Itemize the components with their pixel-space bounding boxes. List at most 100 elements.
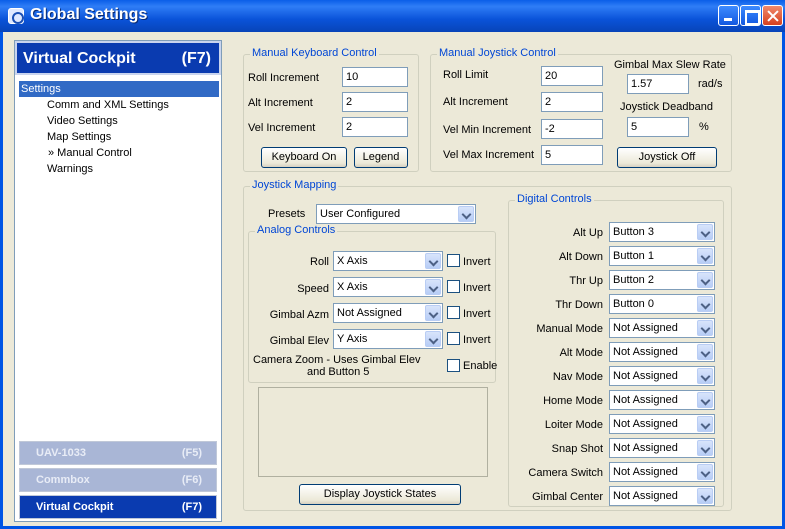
vel-increment-input[interactable] xyxy=(342,117,408,137)
vel-min-increment-input[interactable] xyxy=(541,119,603,139)
nav-button-virtual-cockpit[interactable]: Virtual Cockpit (F7) xyxy=(19,495,217,519)
roll-increment-input[interactable] xyxy=(342,67,408,87)
dropdown-value: Not Assigned xyxy=(613,346,678,358)
gimbal-azm-invert-checkbox[interactable] xyxy=(447,306,460,319)
digital-label: Snap Shot xyxy=(551,443,603,455)
chevron-down-icon[interactable] xyxy=(697,224,713,240)
digital-dropdown[interactable]: Button 3 xyxy=(609,222,715,242)
group-legend: Joystick Mapping xyxy=(250,179,339,191)
panel-header-title: Virtual Cockpit xyxy=(23,50,136,67)
slew-rate-unit: rad/s xyxy=(698,78,723,90)
chevron-down-icon[interactable] xyxy=(697,488,713,504)
tree-item-manual-control[interactable]: » Manual Control xyxy=(19,145,219,161)
close-button[interactable] xyxy=(762,5,783,26)
settings-tree: Settings Comm and XML Settings Video Set… xyxy=(19,81,219,177)
legend-button[interactable]: Legend xyxy=(354,147,408,168)
roll-invert-checkbox[interactable] xyxy=(447,254,460,267)
joystick-off-button[interactable]: Joystick Off xyxy=(617,147,717,168)
dropdown-value: Not Assigned xyxy=(613,442,678,454)
chevron-down-icon[interactable] xyxy=(697,248,713,264)
joystick-alt-increment-input[interactable] xyxy=(541,92,603,112)
camera-zoom-label: Camera Zoom - Uses Gimbal Elev xyxy=(253,354,421,366)
digital-dropdown[interactable]: Not Assigned xyxy=(609,438,715,458)
dropdown-value: Not Assigned xyxy=(613,394,678,406)
title-bar[interactable]: Global Settings xyxy=(0,0,785,32)
nav-button-commbox[interactable]: Commbox (F6) xyxy=(19,468,217,492)
dropdown-value: Not Assigned xyxy=(613,370,678,382)
keyboard-control-group: Manual Keyboard Control Roll Increment A… xyxy=(243,47,419,172)
tree-item-video[interactable]: Video Settings xyxy=(19,113,219,129)
gimbal-slew-rate-input[interactable] xyxy=(627,74,689,94)
speed-invert-checkbox[interactable] xyxy=(447,280,460,293)
vel-increment-label: Vel Increment xyxy=(248,122,316,134)
digital-dropdown[interactable]: Not Assigned xyxy=(609,318,715,338)
global-settings-window: Global Settings Virtual Cockpit (F7) Set… xyxy=(0,0,785,529)
panel-header: Virtual Cockpit (F7) xyxy=(15,41,221,75)
chevron-down-icon[interactable] xyxy=(697,296,713,312)
dropdown-value: Not Assigned xyxy=(337,307,402,319)
chevron-down-icon[interactable] xyxy=(425,305,441,321)
dropdown-value: Y Axis xyxy=(337,333,368,345)
panel-header-key: (F7) xyxy=(181,50,211,67)
deadband-unit: % xyxy=(699,121,709,133)
digital-dropdown[interactable]: Button 0 xyxy=(609,294,715,314)
camera-zoom-label-line2: and Button 5 xyxy=(307,366,370,378)
digital-dropdown[interactable]: Not Assigned xyxy=(609,390,715,410)
analog-label-gimbal-azm: Gimbal Azm xyxy=(269,309,329,321)
group-legend: Manual Joystick Control xyxy=(437,47,558,59)
chevron-down-icon[interactable] xyxy=(697,464,713,480)
analog-label-gimbal-elev: Gimbal Elev xyxy=(269,335,329,347)
chevron-down-icon[interactable] xyxy=(425,279,441,295)
keyboard-on-button[interactable]: Keyboard On xyxy=(261,147,347,168)
navigation-panel: Virtual Cockpit (F7) Settings Comm and X… xyxy=(14,40,222,522)
maximize-button[interactable] xyxy=(740,5,761,26)
digital-dropdown[interactable]: Button 1 xyxy=(609,246,715,266)
chevron-down-icon[interactable] xyxy=(425,253,441,269)
invert-label: Invert xyxy=(463,308,491,320)
roll-axis-dropdown[interactable]: X Axis xyxy=(333,251,443,271)
chevron-down-icon[interactable] xyxy=(425,331,441,347)
joystick-deadband-label: Joystick Deadband xyxy=(620,101,713,113)
digital-label: Home Mode xyxy=(543,395,603,407)
chevron-down-icon[interactable] xyxy=(697,344,713,360)
digital-dropdown[interactable]: Not Assigned xyxy=(609,342,715,362)
presets-label: Presets xyxy=(268,208,306,220)
tree-item-warnings[interactable]: Warnings xyxy=(19,161,219,177)
dropdown-value: Not Assigned xyxy=(613,490,678,502)
analog-label-roll: Roll xyxy=(310,256,329,268)
roll-limit-input[interactable] xyxy=(541,66,603,86)
digital-dropdown[interactable]: Not Assigned xyxy=(609,414,715,434)
digital-dropdown[interactable]: Button 2 xyxy=(609,270,715,290)
chevron-down-icon[interactable] xyxy=(697,320,713,336)
gimbal-elev-invert-checkbox[interactable] xyxy=(447,332,460,345)
presets-dropdown[interactable]: User Configured xyxy=(316,204,476,224)
tree-item-comm-xml[interactable]: Comm and XML Settings xyxy=(19,97,219,113)
chevron-down-icon[interactable] xyxy=(697,392,713,408)
joystick-deadband-input[interactable] xyxy=(627,117,689,137)
vel-max-increment-input[interactable] xyxy=(541,145,603,165)
speed-axis-dropdown[interactable]: X Axis xyxy=(333,277,443,297)
display-joystick-states-button[interactable]: Display Joystick States xyxy=(299,484,461,505)
chevron-down-icon[interactable] xyxy=(697,440,713,456)
gimbal-azm-axis-dropdown[interactable]: Not Assigned xyxy=(333,303,443,323)
camera-zoom-enable-checkbox[interactable] xyxy=(447,359,460,372)
tree-item-map[interactable]: Map Settings xyxy=(19,129,219,145)
chevron-down-icon[interactable] xyxy=(458,206,474,222)
digital-label: Alt Down xyxy=(558,251,603,263)
chevron-down-icon[interactable] xyxy=(697,416,713,432)
minimize-button[interactable] xyxy=(718,5,739,26)
gimbal-elev-axis-dropdown[interactable]: Y Axis xyxy=(333,329,443,349)
tree-item-settings[interactable]: Settings xyxy=(19,81,219,97)
vel-min-increment-label: Vel Min Increment xyxy=(443,124,532,136)
nav-button-uav[interactable]: UAV-1033 (F5) xyxy=(19,441,217,465)
dropdown-value: Button 0 xyxy=(613,298,654,310)
invert-label: Invert xyxy=(463,256,491,268)
chevron-down-icon[interactable] xyxy=(697,272,713,288)
digital-dropdown[interactable]: Not Assigned xyxy=(609,366,715,386)
invert-label: Invert xyxy=(463,334,491,346)
digital-dropdown[interactable]: Not Assigned xyxy=(609,462,715,482)
alt-increment-input[interactable] xyxy=(342,92,408,112)
digital-label: Camera Switch xyxy=(528,467,603,479)
chevron-down-icon[interactable] xyxy=(697,368,713,384)
digital-dropdown[interactable]: Not Assigned xyxy=(609,486,715,506)
